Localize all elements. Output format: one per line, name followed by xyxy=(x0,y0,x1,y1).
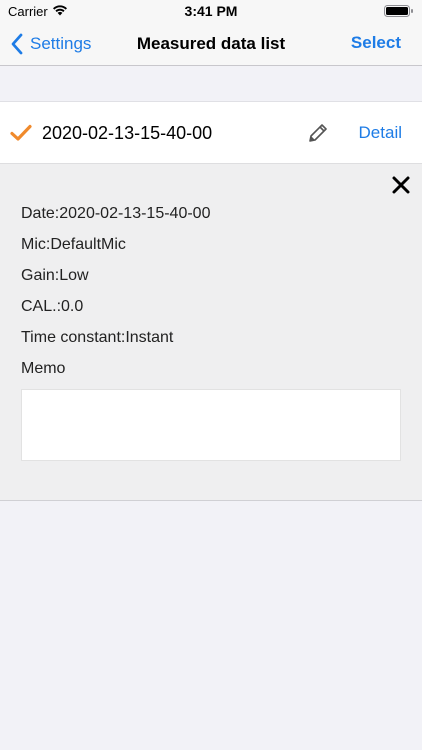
status-bar: Carrier 3:41 PM xyxy=(0,0,422,22)
pencil-icon[interactable] xyxy=(306,121,330,145)
detail-panel: Date:2020-02-13-15-40-00 Mic:DefaultMic … xyxy=(0,163,422,501)
cal-label: CAL.:0.0 xyxy=(21,298,84,315)
navigation-bar: Settings Measured data list Select xyxy=(0,22,422,66)
close-icon[interactable] xyxy=(390,174,412,196)
back-button[interactable]: Settings xyxy=(10,32,91,56)
detail-button[interactable]: Detail xyxy=(359,123,402,143)
memo-label: Memo xyxy=(21,360,66,377)
status-time: 3:41 PM xyxy=(184,3,238,19)
back-button-label: Settings xyxy=(30,34,92,53)
battery-icon xyxy=(384,5,413,17)
list-item[interactable]: 2020-02-13-15-40-00 Detail xyxy=(0,101,422,163)
date-label: Date:2020-02-13-15-40-00 xyxy=(21,205,211,222)
memo-input[interactable] xyxy=(21,389,401,461)
mic-label: Mic:DefaultMic xyxy=(21,236,126,253)
checkmark-icon xyxy=(10,124,32,141)
list-item-title: 2020-02-13-15-40-00 xyxy=(42,123,213,143)
time-constant-label: Time constant:Instant xyxy=(21,329,174,346)
chevron-left-icon xyxy=(11,33,23,55)
gain-label: Gain:Low xyxy=(21,267,89,284)
select-button[interactable]: Select xyxy=(351,33,401,53)
